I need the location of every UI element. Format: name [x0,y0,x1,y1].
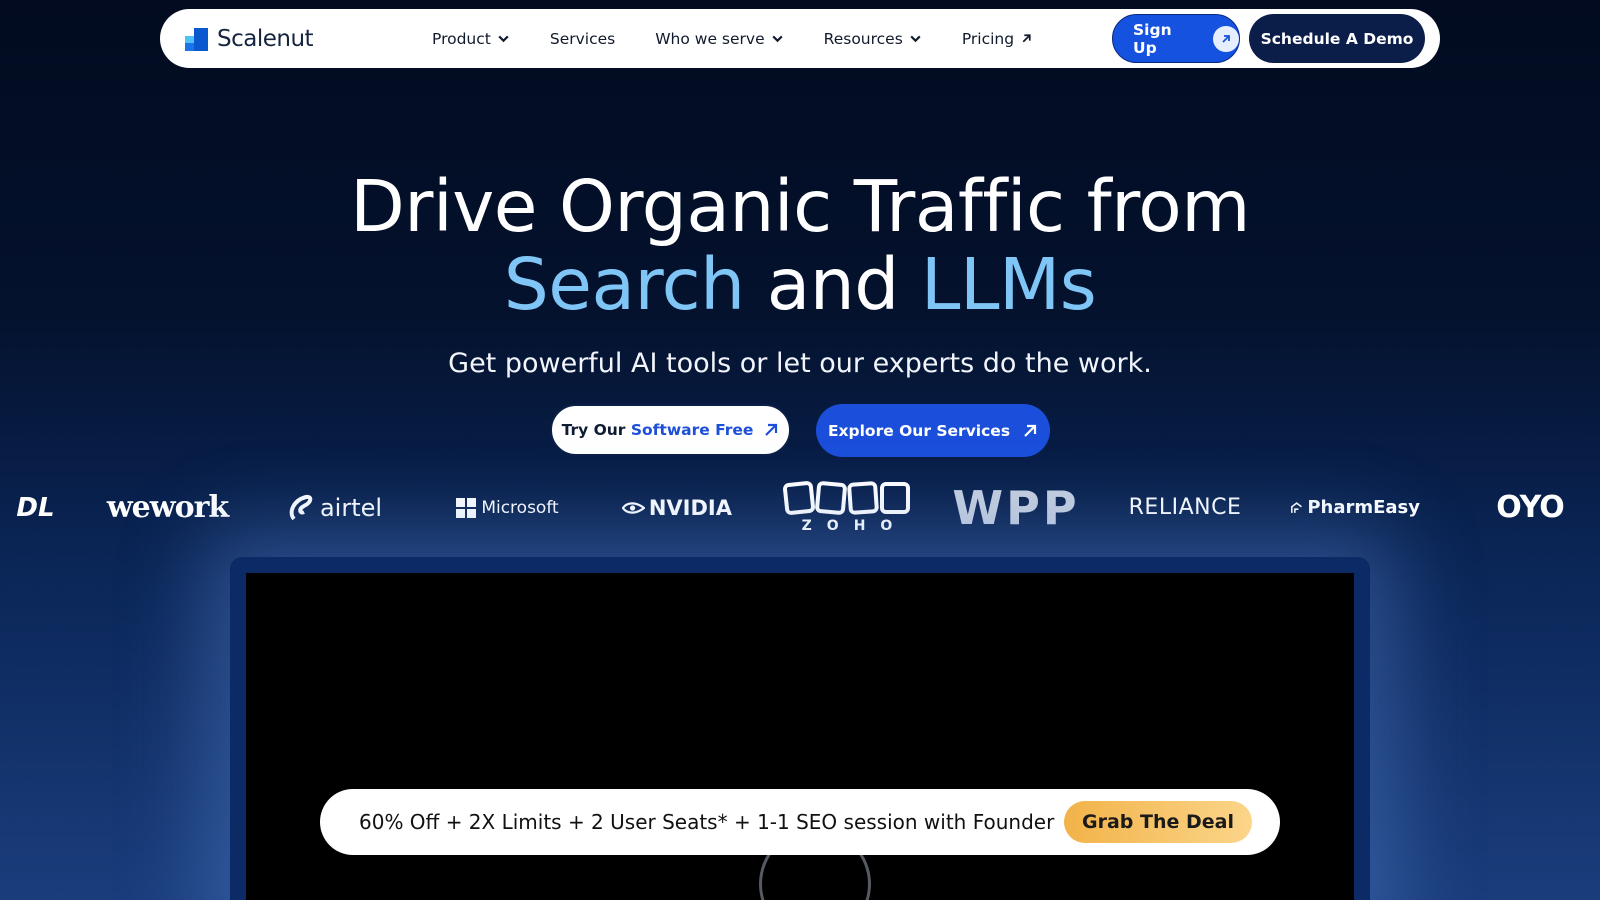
hero-cta-row: Try Our Software Free Explore Our Servic… [0,404,1600,458]
hero-title-and: and [766,243,900,326]
airtel-swirl-icon [289,494,313,520]
menu-item-label: Pricing [961,29,1015,48]
wework-logo: wework [106,490,229,525]
pharmeasy-icon [1291,501,1302,513]
explore-services-button[interactable]: Explore Our Services [816,404,1050,457]
cta-try-prefix: Try Our [561,421,626,439]
microsoft-logo: Microsoft [455,470,560,545]
airtel-logo-text: airtel [319,493,383,522]
top-navbar: Scalenut Product Services Who we serve R… [160,9,1440,68]
cta-try-highlight: Software Free [630,421,754,439]
menu-item-product[interactable]: Product [432,30,510,48]
dl-logo: DL [16,492,55,523]
sign-up-button[interactable]: Sign Up [1112,14,1240,63]
menu-item-label: Resources [823,29,903,48]
reliance-logo: RELIANCE [1128,495,1242,520]
hero-title-llms: LLMs [920,243,1097,326]
microsoft-logo-text: Microsoft [481,497,559,518]
wpp-logo: WPP [952,480,1080,535]
nvidia-logo: NVIDIA [622,470,732,545]
hero-subtitle: Get powerful AI tools or let our experts… [448,348,1152,379]
arrow-up-right-icon [1213,25,1239,52]
menu-item-label: Services [549,29,616,48]
menu-item-who-we-serve[interactable]: Who we serve [655,30,783,48]
zoho-boxes-icon [782,480,910,515]
scalenut-logo-icon [185,27,208,51]
grab-the-deal-button[interactable]: Grab The Deal [1064,801,1252,843]
oyo-logo: OYO [1496,490,1565,525]
menu-item-services[interactable]: Services [550,30,615,48]
zoho-logo-text: ZOHO [801,517,908,534]
arrow-up-right-icon [765,423,778,436]
hero-title-search: Search [503,243,745,326]
promo-text: 60% Off + 2X Limits + 2 User Seats* + 1-… [359,810,1055,834]
scalenut-logo[interactable]: Scalenut [185,26,314,52]
cta-try-label: Try Our Software Free [562,421,754,439]
zoho-logo: ZOHO [780,470,914,545]
arrow-up-right-icon [1022,34,1031,43]
nvidia-eye-icon [622,501,645,514]
brand-name: Scalenut [217,26,314,52]
menu-item-resources[interactable]: Resources [824,30,922,48]
cta-explore-label: Explore Our Services [827,421,1011,440]
arrow-up-right-icon [1024,424,1037,437]
pharmeasy-logo-text: PharmEasy [1307,497,1420,518]
schedule-demo-button[interactable]: Schedule A Demo [1249,14,1425,63]
hero-title-line1: Drive Organic Traffic from [350,165,1250,248]
chevron-down-icon [772,35,783,43]
pharmeasy-logo: PharmEasy [1290,470,1420,545]
chevron-down-icon [910,35,921,43]
promo-banner: 60% Off + 2X Limits + 2 User Seats* + 1-… [320,789,1280,855]
hero-title-line2: Search and LLMs [0,246,1600,324]
sign-up-label: Sign Up [1133,20,1172,57]
chevron-down-icon [498,35,509,43]
nvidia-logo-text: NVIDIA [648,495,732,520]
windows-grid-icon [456,497,477,518]
menu-item-label: Product [432,29,491,48]
main-menu: Product Services Who we serve Resources … [432,9,1073,68]
menu-item-pricing[interactable]: Pricing [962,30,1033,48]
client-logos-strip: DL wework airtel Microsoft NVIDIA ZOHO W… [0,470,1600,545]
try-software-free-button[interactable]: Try Our Software Free [550,404,791,456]
airtel-logo: airtel [285,470,385,545]
menu-item-label: Who we serve [655,29,765,48]
hero-title: Drive Organic Traffic from Search and LL… [0,168,1600,324]
